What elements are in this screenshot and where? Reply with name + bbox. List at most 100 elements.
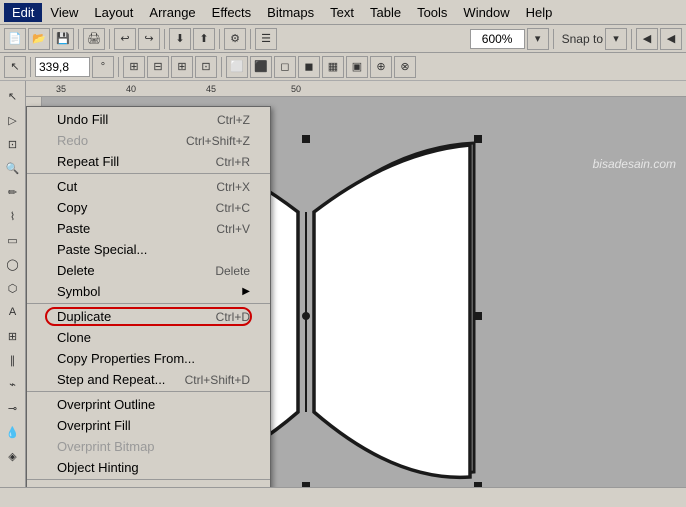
menu-tools[interactable]: Tools — [409, 3, 455, 22]
tool-polygon[interactable]: ⬡ — [2, 277, 24, 299]
tb-more1[interactable]: ◀ — [636, 28, 658, 50]
tool-select[interactable]: ↖ — [2, 85, 24, 107]
handle-tm[interactable] — [302, 135, 310, 143]
tb-save[interactable]: 💾 — [52, 28, 74, 50]
tb-print[interactable]: 🖨 — [83, 28, 105, 50]
menu-paste-shortcut: Ctrl+V — [216, 222, 250, 236]
main-area: ↖ ▷ ⊡ 🔍 ✏ ⌇ ▭ ◯ ⬡ A ⊞ ∥ ⌁ ⊸ 💧 ◈ 35 40 45… — [0, 81, 686, 487]
menu-step-repeat[interactable]: Step and Repeat... Ctrl+Shift+D — [27, 369, 270, 392]
menu-paste-special[interactable]: Paste Special... — [27, 239, 270, 260]
tool-zoom[interactable]: 🔍 — [2, 157, 24, 179]
menu-bitmaps[interactable]: Bitmaps — [259, 3, 322, 22]
statusbar — [0, 487, 686, 507]
menu-repeat[interactable]: Repeat Fill Ctrl+R — [27, 151, 270, 174]
tool-smart[interactable]: ⌇ — [2, 205, 24, 227]
tb-t1[interactable]: ⬜ — [226, 56, 248, 78]
menu-delete-shortcut: Delete — [215, 264, 250, 278]
tb-align1[interactable]: ⊞ — [123, 56, 145, 78]
menu-symbol-label: Symbol — [57, 284, 100, 299]
tb-t6[interactable]: ▣ — [346, 56, 368, 78]
menu-text[interactable]: Text — [322, 3, 362, 22]
tool-ellipse[interactable]: ◯ — [2, 253, 24, 275]
menu-copy-props[interactable]: Copy Properties From... — [27, 348, 270, 369]
menu-redo-label: Redo — [57, 133, 88, 148]
tb-align2[interactable]: ⊟ — [147, 56, 169, 78]
tb-redo[interactable]: ↪ — [138, 28, 160, 50]
tool-connector[interactable]: ⌁ — [2, 373, 24, 395]
tb-new[interactable]: 📄 — [4, 28, 26, 50]
sep7 — [631, 29, 632, 49]
tool-crop[interactable]: ⊡ — [2, 133, 24, 155]
handle-br[interactable] — [474, 482, 482, 487]
sep1 — [78, 29, 79, 49]
tool-freehand[interactable]: ✏ — [2, 181, 24, 203]
menu-copy[interactable]: Copy Ctrl+C — [27, 197, 270, 218]
edit-menu-dropdown: Undo Fill Ctrl+Z Redo Ctrl+Shift+Z Repea… — [26, 106, 271, 487]
menu-duplicate[interactable]: Duplicate Ctrl+D — [27, 306, 270, 327]
tb-t8[interactable]: ⊗ — [394, 56, 416, 78]
tb-align3[interactable]: ⊞ — [171, 56, 193, 78]
menu-window[interactable]: Window — [455, 3, 517, 22]
tb-options[interactable]: ☰ — [255, 28, 277, 50]
menu-overprint-fill[interactable]: Overprint Fill — [27, 415, 270, 436]
menu-copy-label: Copy — [57, 200, 87, 215]
tb-t7[interactable]: ⊕ — [370, 56, 392, 78]
tb-undo[interactable]: ↩ — [114, 28, 136, 50]
menu-clone[interactable]: Clone — [27, 327, 270, 348]
menu-object-hinting[interactable]: Object Hinting — [27, 457, 270, 480]
menu-arrange[interactable]: Arrange — [141, 3, 203, 22]
tool-shape[interactable]: ▷ — [2, 109, 24, 131]
watermark: bisadesain.com — [593, 157, 676, 171]
tool-measure[interactable]: ⊸ — [2, 397, 24, 419]
tool-rect[interactable]: ▭ — [2, 229, 24, 251]
menu-effects[interactable]: Effects — [204, 3, 260, 22]
tb-export[interactable]: ⬆ — [193, 28, 215, 50]
tb-open[interactable]: 📂 — [28, 28, 50, 50]
toolbar-secondary: ↖ ° ⊞ ⊟ ⊞ ⊡ ⬜ ⬛ ◻ ◼ ▦ ▣ ⊕ ⊗ — [0, 53, 686, 81]
tb-t2[interactable]: ⬛ — [250, 56, 272, 78]
menu-cut-shortcut: Ctrl+X — [216, 180, 250, 194]
menu-help[interactable]: Help — [518, 3, 561, 22]
tb-more2[interactable]: ◀ — [660, 28, 682, 50]
menu-overprint-bitmap: Overprint Bitmap — [27, 436, 270, 457]
tb-align4[interactable]: ⊡ — [195, 56, 217, 78]
menu-layout[interactable]: Layout — [86, 3, 141, 22]
menu-duplicate-shortcut: Ctrl+D — [216, 310, 250, 324]
snap-dropdown[interactable]: ▾ — [605, 28, 627, 50]
tool-interactive[interactable]: ◈ — [2, 445, 24, 467]
menu-undo[interactable]: Undo Fill Ctrl+Z — [27, 109, 270, 130]
toolbox: ↖ ▷ ⊡ 🔍 ✏ ⌇ ▭ ◯ ⬡ A ⊞ ∥ ⌁ ⊸ 💧 ◈ — [0, 81, 26, 487]
menu-view[interactable]: View — [42, 3, 86, 22]
tool-table[interactable]: ⊞ — [2, 325, 24, 347]
tb-t3[interactable]: ◻ — [274, 56, 296, 78]
tb-app-launcher[interactable]: ⚙ — [224, 28, 246, 50]
menu-delete-label: Delete — [57, 263, 95, 278]
tool-eyedrop[interactable]: 💧 — [2, 421, 24, 443]
menu-cut[interactable]: Cut Ctrl+X — [27, 176, 270, 197]
menu-step-repeat-label: Step and Repeat... — [57, 372, 165, 387]
menu-edit[interactable]: Edit — [4, 3, 42, 22]
zoom-dropdown[interactable]: ▾ — [527, 28, 549, 50]
tb-angle[interactable]: ° — [92, 56, 114, 78]
tool-text[interactable]: A — [2, 301, 24, 323]
tb-import[interactable]: ⬇ — [169, 28, 191, 50]
tb-t4[interactable]: ◼ — [298, 56, 320, 78]
tool-parallel[interactable]: ∥ — [2, 349, 24, 371]
menu-overprint-outline[interactable]: Overprint Outline — [27, 394, 270, 415]
handle-bm[interactable] — [302, 482, 310, 487]
menu-paste-special-label: Paste Special... — [57, 242, 147, 257]
menu-select-all[interactable]: Select All ▶ — [27, 482, 270, 487]
tb-pick[interactable]: ↖ — [4, 56, 26, 78]
tb-t5[interactable]: ▦ — [322, 56, 344, 78]
zoom-input[interactable] — [470, 29, 525, 49]
menu-delete[interactable]: Delete Delete — [27, 260, 270, 281]
ruler-horizontal: 35 40 45 50 — [26, 81, 686, 97]
menu-paste[interactable]: Paste Ctrl+V — [27, 218, 270, 239]
sep9 — [118, 57, 119, 77]
menu-clone-label: Clone — [57, 330, 91, 345]
menu-table[interactable]: Table — [362, 3, 409, 22]
sep4 — [219, 29, 220, 49]
symbol-arrow: ▶ — [242, 286, 250, 297]
coord-input[interactable] — [35, 57, 90, 77]
menu-symbol[interactable]: Symbol ▶ — [27, 281, 270, 304]
